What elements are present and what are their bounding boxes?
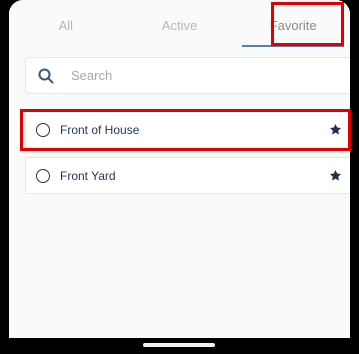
star-icon[interactable]: [329, 169, 342, 182]
tab-active[interactable]: Active: [123, 0, 237, 51]
tab-bar: All Active Favorite: [9, 0, 350, 51]
screen: All Active Favorite Search Front of Hous…: [9, 0, 350, 338]
radio-button[interactable]: [36, 168, 50, 183]
tab-favorite[interactable]: Favorite: [236, 0, 350, 51]
list-item-front-yard[interactable]: Front Yard: [25, 157, 350, 194]
tab-all[interactable]: All: [9, 0, 123, 51]
list-item-label: Front of House: [60, 122, 140, 137]
list-item-front-of-house[interactable]: Front of House: [25, 111, 350, 148]
home-indicator[interactable]: [143, 343, 215, 347]
search-placeholder: Search: [71, 68, 113, 83]
list-item-label: Front Yard: [60, 168, 116, 183]
star-icon[interactable]: [329, 123, 342, 136]
system-nav-bar: [0, 338, 359, 354]
search-icon: [38, 68, 54, 83]
search-input[interactable]: Search: [25, 57, 350, 94]
radio-button[interactable]: [36, 122, 50, 137]
